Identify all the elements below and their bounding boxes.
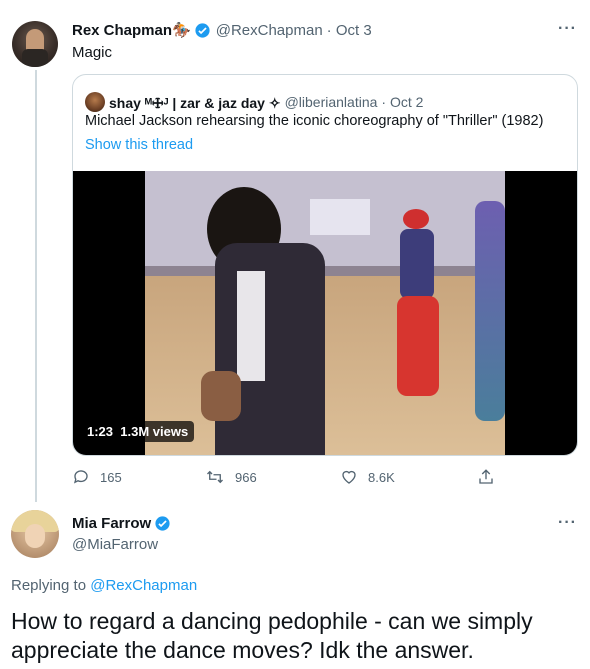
share-icon bbox=[479, 469, 493, 484]
tweet-text: Magic bbox=[72, 44, 113, 61]
heart-icon bbox=[342, 470, 356, 484]
replying-to-line: Replying to @RexChapman bbox=[11, 577, 197, 594]
author-name[interactable]: Rex Chapman🏇🏼 bbox=[72, 21, 191, 39]
show-thread-link[interactable]: Show this thread bbox=[85, 137, 193, 153]
quoted-author-avatar[interactable] bbox=[85, 91, 105, 112]
reply-tweet-text: How to regard a dancing pedophile - can … bbox=[11, 608, 533, 663]
author-handle[interactable]: @RexChapman bbox=[216, 22, 323, 39]
rex-chapman-avatar[interactable] bbox=[12, 21, 58, 67]
like-action[interactable]: 8.6K bbox=[340, 468, 395, 486]
retweet-action[interactable]: 966 bbox=[205, 468, 257, 486]
verified-badge-icon bbox=[154, 515, 171, 532]
like-count: 8.6K bbox=[368, 469, 395, 485]
quoted-tweet-card[interactable]: shay ᴹ🜊ᴶ | zar & jaz day ✧ @liberianlati… bbox=[72, 74, 578, 456]
retweet-count: 966 bbox=[235, 469, 257, 485]
reply-icon bbox=[73, 470, 88, 484]
quoted-author-handle[interactable]: @liberianlatina bbox=[285, 94, 378, 110]
more-options-icon[interactable]: ··· bbox=[558, 514, 577, 532]
video-duration: 1:23 bbox=[87, 424, 114, 439]
share-action[interactable] bbox=[477, 468, 505, 486]
video-frame[interactable] bbox=[145, 171, 505, 455]
reply-author-name[interactable]: Mia Farrow bbox=[72, 515, 151, 532]
verified-badge-icon bbox=[194, 22, 211, 39]
mia-farrow-avatar[interactable] bbox=[11, 510, 59, 558]
video-views: 1.3M views bbox=[120, 424, 189, 439]
video-duration-views: 1:23 1.3M views bbox=[81, 421, 195, 442]
retweet-icon bbox=[207, 470, 223, 484]
quoted-tweet-date[interactable]: · Oct 2 bbox=[381, 94, 423, 110]
reply-action[interactable]: 165 bbox=[72, 468, 122, 486]
reply-author-handle[interactable]: @MiaFarrow bbox=[72, 536, 158, 553]
quoted-tweet-text: Michael Jackson rehearsing the iconic ch… bbox=[85, 113, 544, 129]
more-options-icon[interactable]: ··· bbox=[558, 20, 577, 38]
video-player[interactable]: 1:23 1.3M views bbox=[73, 171, 577, 455]
replying-to-prefix: Replying to bbox=[11, 577, 91, 594]
thread-connector-line bbox=[35, 70, 37, 502]
reply-count: 165 bbox=[100, 469, 122, 485]
tweet-date[interactable]: · Oct 3 bbox=[327, 22, 372, 39]
replying-to-handle[interactable]: @RexChapman bbox=[90, 577, 197, 594]
quoted-author-name[interactable]: shay ᴹ🜊ᴶ | zar & jaz day ✧ bbox=[109, 87, 281, 116]
